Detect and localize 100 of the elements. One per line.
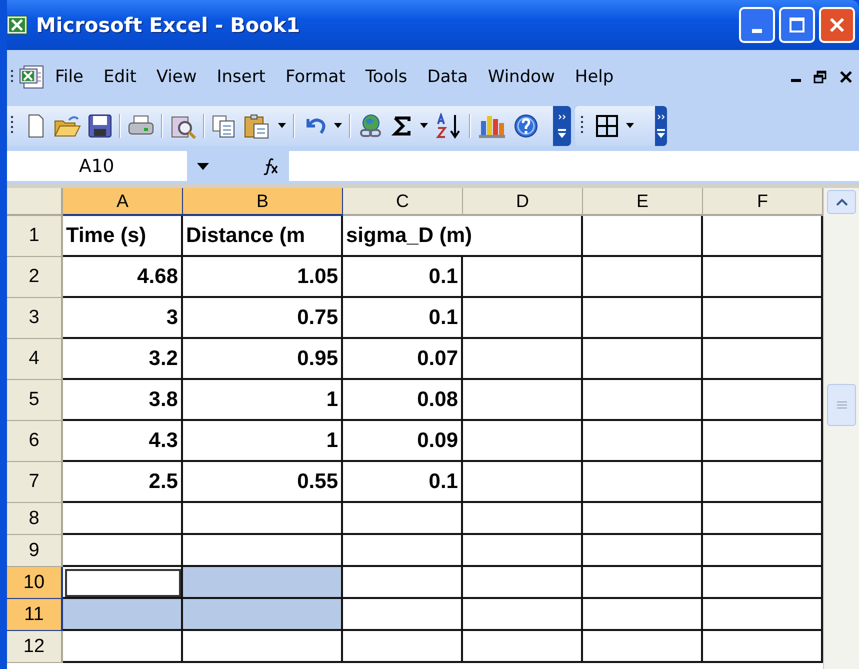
menu-item[interactable]: Data [417, 63, 478, 91]
row-header[interactable]: 9 [7, 535, 63, 567]
spreadsheet-cell[interactable] [463, 567, 583, 599]
spreadsheet-cell[interactable]: 0.1 [343, 298, 463, 339]
help-icon[interactable] [513, 113, 539, 139]
name-box[interactable]: A10 [7, 151, 187, 181]
spreadsheet-cell[interactable]: 0.1 [343, 462, 463, 503]
save-icon[interactable] [87, 113, 113, 139]
spreadsheet-cell[interactable] [63, 631, 183, 663]
spreadsheet-cell[interactable] [183, 503, 343, 535]
scroll-up-button[interactable] [827, 190, 856, 214]
spreadsheet-cell[interactable]: 0.1 [343, 257, 463, 298]
toolbar-options-button[interactable] [553, 106, 571, 146]
row-header[interactable]: 12 [7, 631, 63, 663]
close-button[interactable] [819, 7, 855, 43]
spreadsheet-cell[interactable] [343, 503, 463, 535]
column-header[interactable]: F [703, 188, 823, 216]
folder-icon[interactable] [53, 113, 81, 139]
row-header[interactable]: 11 [7, 599, 63, 631]
spreadsheet-cell[interactable] [463, 339, 583, 380]
dropdown-arrow-icon[interactable] [277, 123, 287, 129]
row-header[interactable]: 8 [7, 503, 63, 535]
column-header[interactable]: D [463, 188, 583, 216]
spreadsheet-cell[interactable] [583, 462, 703, 503]
selected-cell[interactable] [183, 567, 343, 599]
bar-chart-icon[interactable] [477, 113, 507, 139]
spreadsheet-cell[interactable] [583, 298, 703, 339]
restore-icon[interactable] [813, 70, 827, 84]
close-icon[interactable] [839, 70, 853, 84]
spreadsheet-cell[interactable] [63, 503, 183, 535]
active-cell[interactable] [63, 567, 183, 599]
toolbar-options-button[interactable] [655, 106, 667, 146]
formula-field[interactable] [289, 151, 859, 181]
spreadsheet-cell[interactable] [583, 421, 703, 462]
column-header[interactable]: C [343, 188, 463, 216]
menu-item[interactable]: Tools [355, 63, 418, 91]
spreadsheet-cell[interactable] [183, 631, 343, 663]
dropdown-arrow-icon[interactable] [625, 123, 635, 129]
spreadsheet-cell[interactable]: 0.55 [183, 462, 343, 503]
spreadsheet-cell[interactable] [583, 380, 703, 421]
spreadsheet-cell[interactable]: 4.68 [63, 257, 183, 298]
row-header[interactable]: 10 [7, 567, 63, 599]
menu-item[interactable]: Edit [93, 63, 146, 91]
selected-cell[interactable] [63, 599, 183, 631]
row-header[interactable]: 7 [7, 462, 63, 503]
menu-item[interactable]: Format [275, 63, 356, 91]
row-header[interactable]: 1 [7, 216, 63, 257]
spreadsheet-cell[interactable] [583, 503, 703, 535]
clipboard-icon[interactable] [243, 113, 271, 139]
row-header[interactable]: 3 [7, 298, 63, 339]
column-header[interactable]: E [583, 188, 703, 216]
spreadsheet-cell[interactable] [583, 567, 703, 599]
menu-item[interactable]: Window [478, 63, 565, 91]
row-header[interactable]: 5 [7, 380, 63, 421]
spreadsheet-cell[interactable] [583, 631, 703, 663]
menu-item[interactable]: Help [564, 63, 624, 91]
spreadsheet-cell[interactable] [463, 298, 583, 339]
spreadsheet-cell[interactable] [583, 339, 703, 380]
column-header[interactable]: B [183, 188, 343, 216]
spreadsheet-cell[interactable]: Time (s) [63, 216, 183, 257]
spreadsheet-cell[interactable]: 0.95 [183, 339, 343, 380]
spreadsheet-cell[interactable]: 2.5 [63, 462, 183, 503]
row-header[interactable]: 6 [7, 421, 63, 462]
function-button[interactable] [261, 157, 279, 175]
spreadsheet-cell[interactable] [463, 631, 583, 663]
spreadsheet-cell[interactable] [583, 599, 703, 631]
spreadsheet-cell[interactable]: 0.09 [343, 421, 463, 462]
spreadsheet-cell[interactable] [463, 503, 583, 535]
spreadsheet-cell[interactable] [463, 380, 583, 421]
spreadsheet-cell[interactable]: 0.07 [343, 339, 463, 380]
spreadsheet-cell[interactable] [583, 535, 703, 567]
vertical-scrollbar[interactable] [823, 188, 859, 669]
spreadsheet-cell[interactable]: 1 [183, 380, 343, 421]
copy-icon[interactable] [211, 113, 237, 139]
spreadsheet-cell[interactable] [463, 257, 583, 298]
spreadsheet-cell[interactable] [463, 599, 583, 631]
spreadsheet-cell[interactable] [343, 567, 463, 599]
maximize-button[interactable] [779, 7, 815, 43]
menu-item[interactable]: View [146, 63, 207, 91]
spreadsheet-cell[interactable] [343, 535, 463, 567]
spreadsheet-cell[interactable] [463, 421, 583, 462]
spreadsheet-cell[interactable] [583, 257, 703, 298]
column-header[interactable]: A [63, 188, 183, 216]
spreadsheet-cell[interactable] [583, 216, 703, 257]
selected-cell[interactable] [183, 599, 343, 631]
minimize-button[interactable] [739, 7, 775, 43]
dropdown-arrow-icon[interactable] [333, 123, 343, 129]
spreadsheet-cell[interactable]: Distance (m [183, 216, 343, 257]
spreadsheet-cell[interactable]: 0.08 [343, 380, 463, 421]
spreadsheet-cell[interactable]: 3.8 [63, 380, 183, 421]
scrollbar-thumb[interactable] [827, 384, 856, 426]
spreadsheet-cell[interactable]: 0.75 [183, 298, 343, 339]
spreadsheet-cell[interactable]: 3 [63, 298, 183, 339]
dropdown-arrow-icon[interactable] [197, 162, 209, 170]
menu-item[interactable]: Insert [206, 63, 276, 91]
spreadsheet-cell[interactable] [343, 631, 463, 663]
spreadsheet-cell[interactable] [463, 462, 583, 503]
spreadsheet-cell[interactable]: 1.05 [183, 257, 343, 298]
menu-item[interactable]: File [45, 63, 94, 91]
spreadsheet-cell[interactable] [343, 599, 463, 631]
